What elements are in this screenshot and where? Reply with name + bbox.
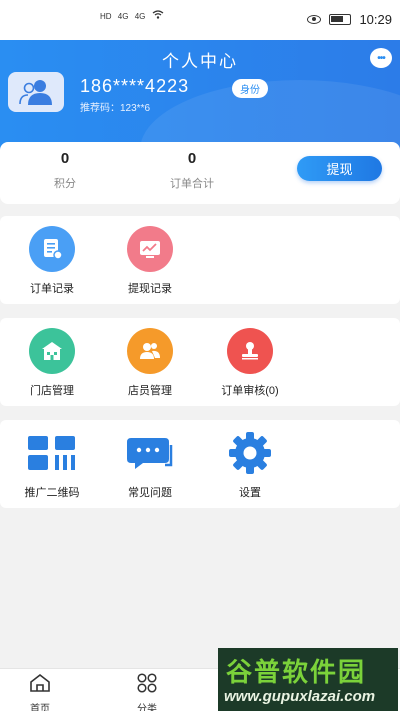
faq-label: 常见问题	[128, 487, 172, 499]
stats-card: 0 积分 0 订单合计 提现	[0, 142, 400, 204]
order-total-stat[interactable]: 0 订单合计	[157, 150, 227, 191]
order-record-item[interactable]: 订单记录	[12, 226, 92, 296]
signal-4g-icon: 4G	[134, 12, 146, 21]
eye-comfort-icon	[307, 15, 322, 24]
status-right: 10:29	[307, 12, 392, 27]
staff-icon	[127, 328, 173, 374]
points-value: 0	[60, 150, 70, 167]
phone-number: 186****4223	[80, 76, 190, 96]
points-stat[interactable]: 0 积分	[35, 150, 95, 191]
order-record-label: 订单记录	[30, 283, 74, 295]
faq-chat-icon	[125, 430, 175, 476]
withdraw-record-label: 提现记录	[128, 283, 172, 295]
tab-category[interactable]: 分类	[117, 673, 177, 711]
faq-item[interactable]: 常见问题	[110, 430, 190, 500]
settings-item[interactable]: 设置	[210, 430, 290, 500]
tab-home[interactable]: 首页	[10, 673, 70, 711]
stamp-icon	[227, 328, 273, 374]
status-icons: HD 4G 4G	[100, 10, 168, 21]
promo-qr-item[interactable]: 推广二维码	[12, 430, 92, 500]
order-total-value: 0	[187, 150, 197, 167]
page-title: 个人中心	[162, 52, 238, 71]
site-watermark: 谷普软件园 www.gupuxlazai.com	[218, 648, 398, 711]
promo-qr-label: 推广二维码	[24, 487, 80, 499]
order-total-label: 订单合计	[170, 178, 214, 190]
withdraw-record-item[interactable]: 提现记录	[110, 226, 190, 296]
wifi-icon	[152, 10, 164, 21]
avatar[interactable]	[8, 72, 64, 112]
store-manage-label: 门店管理	[30, 385, 74, 397]
tools-card: 推广二维码 常见问题 设置	[0, 420, 400, 508]
hd-icon: HD	[100, 12, 112, 21]
tab-home-label: 首页	[30, 704, 50, 711]
store-icon	[29, 328, 75, 374]
staff-manage-label: 店员管理	[128, 385, 172, 397]
gear-icon	[225, 430, 275, 476]
order-record-icon	[29, 226, 75, 272]
withdraw-record-icon	[127, 226, 173, 272]
store-manage-item[interactable]: 门店管理	[12, 328, 92, 398]
users-icon	[19, 80, 52, 105]
points-label: 积分	[54, 178, 76, 190]
order-audit-label: 订单审核(0)	[221, 385, 279, 397]
tab-category-label: 分类	[137, 704, 157, 711]
watermark-url: www.gupuxlazai.com	[224, 688, 376, 705]
watermark-title: 谷普软件园	[226, 658, 367, 688]
order-audit-item[interactable]: 订单审核(0)	[210, 328, 290, 398]
referral-code: 推荐码：123**6	[80, 103, 151, 114]
management-card: 门店管理 店员管理 订单审核(0)	[0, 318, 400, 406]
settings-label: 设置	[239, 487, 261, 499]
message-icon[interactable]: •••	[370, 48, 392, 68]
records-card: 订单记录 提现记录	[0, 216, 400, 304]
home-icon	[30, 673, 50, 692]
category-icon	[137, 673, 157, 693]
withdraw-button[interactable]: 提现	[297, 156, 382, 181]
qr-code-icon	[27, 430, 77, 476]
battery-icon	[329, 14, 352, 25]
clock: 10:29	[359, 12, 392, 27]
signal-4g-icon: 4G	[117, 12, 129, 21]
identity-badge[interactable]: 身份	[232, 79, 268, 98]
staff-manage-item[interactable]: 店员管理	[110, 328, 190, 398]
status-bar: HD 4G 4G 10:29	[0, 0, 400, 40]
